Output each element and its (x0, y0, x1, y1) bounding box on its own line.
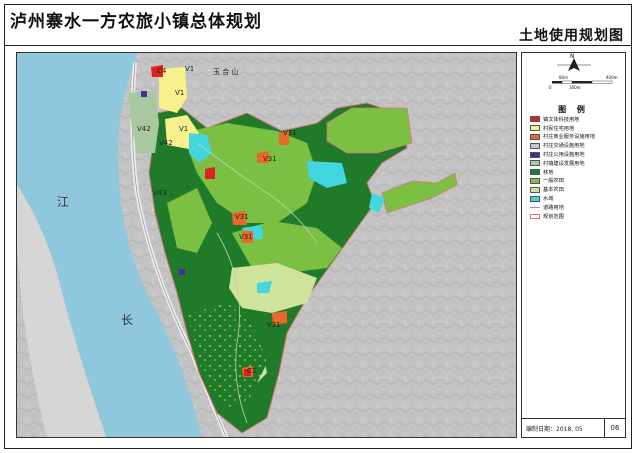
scale-label-2: 160m (569, 85, 581, 90)
legend-item: 村庄商业服务设施用地 (530, 133, 625, 142)
legend-swatch (530, 177, 540, 184)
legend-item: 水域 (530, 194, 625, 203)
place-label: 玉 合 山 (213, 68, 239, 76)
legend-item: 村民住宅用地 (530, 124, 625, 133)
scale-label-0: 0 (549, 85, 552, 90)
legend-label: 村镇建设发展用地 (543, 160, 585, 167)
legend-swatch (530, 160, 540, 167)
legend-swatch (530, 195, 540, 202)
scale-label-3: 400m (606, 75, 618, 80)
scale-label-1: 80m (559, 75, 568, 80)
legend-panel: N 0 80m 160m 400m 图 例 镇文体科技用地 村民住宅用地村庄商业服… (521, 52, 626, 438)
plot-label-v31b: V31 (263, 155, 277, 163)
utility-1 (141, 91, 147, 97)
legend-item: 一般农田 (530, 177, 625, 186)
legend-swatch (530, 133, 540, 140)
footer-bar: 编制日期：2018. 05 06 (521, 418, 626, 438)
river-label-1: 江 (57, 195, 70, 209)
legend-label: 基本农田 (543, 187, 564, 194)
plot-label-v1b: V1 (175, 89, 185, 97)
legend-label: 规划范围 (543, 213, 564, 220)
legend-swatch (530, 151, 540, 158)
legend-item: 道路用地 (530, 203, 625, 212)
plot-label-v43: V43 (153, 189, 167, 197)
legend-item: 村镇建设发展用地 (530, 159, 625, 168)
legend-title: 图 例 (558, 105, 589, 114)
legend-swatch (530, 125, 540, 132)
plot-label-v1c: V1 (179, 125, 189, 133)
page-number: 06 (610, 424, 620, 432)
plot-label-v31a: V31 (283, 129, 297, 137)
compile-date: 编制日期：2018. 05 (522, 419, 605, 437)
scale-bar-icon (552, 81, 562, 84)
map-subtitle: 土地使用规划图 (519, 28, 624, 44)
legend-item: 林地 (530, 168, 625, 177)
legend-label: 镇文体科技用地 (543, 116, 580, 123)
cultural-2 (205, 167, 215, 179)
legend-item: 村庄交通设施用地 (530, 141, 625, 150)
legend-label: 村庄公用设施用地 (543, 152, 585, 159)
legend-label: 道路用地 (543, 204, 564, 211)
legend-swatch (530, 186, 540, 193)
plot-label-v1a: V1 (185, 65, 195, 73)
title-divider (5, 45, 631, 46)
legend-item: 村庄公用设施用地 (530, 150, 625, 159)
legend-label: 村庄商业服务设施用地 (543, 134, 595, 141)
plot-label-v31c: V31 (235, 213, 249, 221)
utility-2 (179, 269, 185, 275)
legend-label: 村民住宅用地 (543, 125, 575, 132)
plot-label-v42a: V42 (137, 125, 151, 133)
legend-swatch (530, 142, 540, 149)
legend-list: 镇文体科技用地 村民住宅用地村庄商业服务设施用地 村庄交通设施用地 村庄公用设施用地村… (530, 115, 625, 221)
legend-label: 林地 (543, 169, 554, 176)
compass-label: N (570, 53, 575, 60)
page-title: 泸州寨水一方农旅小镇总体规划 (10, 12, 262, 32)
legend-item: 镇文体科技用地 (530, 115, 625, 124)
plot-label-v42b: V42 (159, 139, 173, 147)
legend-swatch (530, 169, 540, 176)
legend-swatch (530, 206, 540, 208)
river-label-2: 长 (121, 313, 134, 327)
map-canvas (17, 53, 516, 437)
legend-label: 水域 (543, 196, 554, 203)
legend-item: 规划范围 (530, 212, 625, 221)
plot-label-v31d: V31 (239, 233, 253, 241)
legend-swatch (530, 213, 540, 219)
plot-label-c4: C4 (157, 67, 167, 75)
legend-swatch (530, 116, 540, 123)
legend-label: 一般农田 (543, 178, 564, 185)
plot-label-c3: C3 (247, 367, 257, 375)
plot-label-v31e: V31 (267, 321, 281, 329)
legend-label: 村庄交通设施用地 (543, 143, 585, 150)
land-use-map[interactable]: 江 长 玉 合 山 V1 V1 V1 V42 V42 V43 V31 V31 V… (16, 52, 517, 438)
legend-item: 基本农田 (530, 185, 625, 194)
